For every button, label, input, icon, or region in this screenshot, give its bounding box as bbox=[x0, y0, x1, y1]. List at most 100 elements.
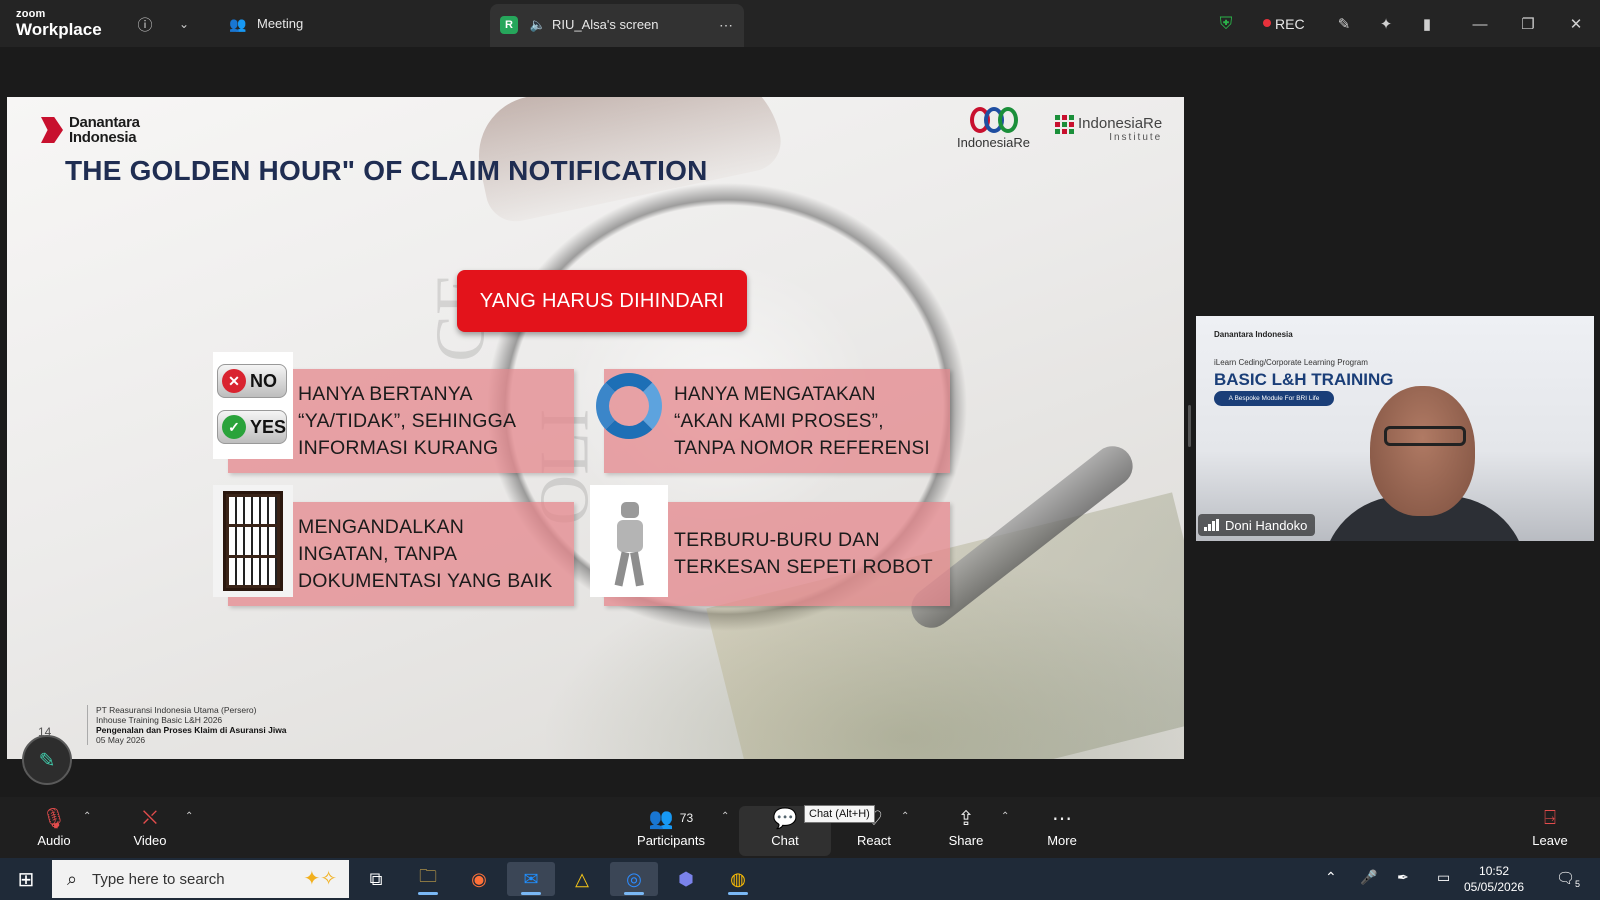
share-panel-icon[interactable]: ▮ bbox=[1413, 10, 1441, 38]
participant-nametag: Doni Handoko bbox=[1198, 514, 1316, 536]
sparkle-icon[interactable]: ✦ bbox=[1372, 10, 1400, 38]
avoid-card-1-text: HANYA BERTANYA “YA/TIDAK”, SEHINGGA INFO… bbox=[298, 383, 517, 459]
task-view-icon[interactable]: ⧉ bbox=[352, 862, 400, 896]
leave-button[interactable]: ⍈ Leave bbox=[1510, 805, 1590, 855]
institute-dots-icon bbox=[1055, 115, 1074, 135]
shared-screen-tab[interactable]: R 🔈 RIU_Alsa's screen ⋯ bbox=[490, 4, 744, 47]
avoid-card-2-text: HANYA MENGATAKAN “AKAN KAMI PROSES”, TAN… bbox=[674, 384, 930, 459]
no-button-image: ✕ NO bbox=[217, 364, 287, 398]
footer-program: Inhouse Training Basic L&H 2026 bbox=[96, 715, 223, 725]
indonesiare-logo: IndonesiaRe bbox=[957, 107, 1030, 150]
yes-label: YES bbox=[249, 416, 286, 437]
notification-center-icon[interactable]: 🗨5 bbox=[1556, 869, 1580, 889]
tray-keyboard-icon[interactable]: ▭ bbox=[1437, 869, 1450, 886]
participant-name: Doni Handoko bbox=[1225, 517, 1308, 533]
avoid-card-4-text: TERBURU-BURU DAN TERKESAN SEPETI ROBOT bbox=[674, 529, 933, 578]
audio-button[interactable]: 🎙 Audio bbox=[14, 805, 94, 855]
signal-bars-icon bbox=[1204, 519, 1219, 531]
shared-screen-label: RIU_Alsa's screen bbox=[552, 17, 659, 32]
clock-time: 10:52 bbox=[1479, 864, 1510, 878]
vbg-logo: Danantara Indonesia bbox=[1214, 330, 1293, 339]
close-icon[interactable]: ✕ bbox=[1562, 10, 1590, 38]
video-label: Video bbox=[133, 833, 167, 848]
yes-button-image: ✓ YES bbox=[217, 410, 287, 444]
taskbar-search[interactable]: ⌕ Type here to search ✦✧ bbox=[52, 860, 349, 898]
file-explorer-icon[interactable]: 🗀 bbox=[404, 862, 452, 896]
chat-tooltip: Chat (Alt+H) bbox=[804, 805, 875, 823]
annotate-pen-button[interactable]: ✎ bbox=[22, 735, 72, 785]
windows-start-icon[interactable]: ⊞ bbox=[2, 862, 50, 896]
react-caret-icon[interactable]: ⌃ bbox=[901, 811, 909, 822]
windows-taskbar: ⊞ ⌕ Type here to search ✦✧ ⧉ 🗀 ◉ ✉ △ ◎ ⬢… bbox=[0, 858, 1600, 900]
tray-mic-icon[interactable]: 🎤 bbox=[1360, 869, 1377, 886]
check-circle-icon: ✓ bbox=[222, 415, 246, 439]
leave-door-icon: ⍈ bbox=[1544, 806, 1556, 829]
shield-check-icon[interactable]: ⛨ bbox=[1212, 10, 1240, 38]
meeting-people-icon: 👥 bbox=[229, 15, 247, 32]
indonesiare-rings-icon bbox=[957, 107, 1030, 133]
video-options-caret-icon[interactable]: ⌃ bbox=[185, 811, 193, 822]
danantara-logo: Danantara Indonesia bbox=[41, 115, 140, 145]
slide-title: THE GOLDEN HOUR" OF CLAIM NOTIFICATION bbox=[65, 155, 708, 186]
avoid-banner: YANG HARUS DIHINDARI bbox=[457, 270, 747, 332]
taskbar-clock[interactable]: 10:52 05/05/2026 bbox=[1464, 863, 1524, 895]
muted-mic-icon: 🎙 bbox=[41, 807, 67, 830]
institute-logo-text: IndonesiaRe bbox=[1078, 115, 1163, 132]
notification-count: 5 bbox=[1575, 879, 1581, 889]
firefox-icon[interactable]: ◉ bbox=[455, 862, 503, 896]
chrome-icon[interactable]: ◍ bbox=[714, 862, 762, 896]
more-options-icon[interactable]: ⋯ bbox=[712, 11, 740, 39]
participants-label: Participants bbox=[637, 833, 705, 848]
share-caret-icon[interactable]: ⌃ bbox=[1001, 811, 1009, 822]
zoom-logo: zoom Workplace bbox=[16, 9, 102, 39]
robot-image bbox=[590, 485, 668, 597]
minimize-icon[interactable]: — bbox=[1466, 10, 1494, 38]
danantara-mark-icon bbox=[41, 117, 63, 143]
participants-icon: 👥 73 bbox=[648, 807, 694, 830]
indonesiare-logo-text: IndonesiaRe bbox=[957, 135, 1030, 150]
outlook-icon[interactable]: ✉ bbox=[507, 862, 555, 896]
pen-icon[interactable]: ✎ bbox=[1330, 10, 1358, 38]
vbg-subtitle: iLearn Ceding/Corporate Learning Program bbox=[1214, 358, 1368, 367]
more-button[interactable]: ⋯ More bbox=[1022, 805, 1102, 855]
chevron-down-icon[interactable]: ⌄ bbox=[170, 10, 198, 38]
rec-dot bbox=[1263, 19, 1271, 27]
participants-caret-icon[interactable]: ⌃ bbox=[721, 811, 729, 822]
speaker-icon[interactable]: 🔈 bbox=[524, 11, 552, 39]
footer-company: PT Reasuransi Indonesia Utama (Persero) bbox=[96, 705, 257, 715]
zoom-taskbar-icon[interactable]: ◎ bbox=[610, 862, 658, 896]
share-screen-icon: ⇪ bbox=[957, 807, 975, 830]
search-highlight-icon: ✦✧ bbox=[303, 868, 337, 890]
restore-icon[interactable]: ❐ bbox=[1514, 10, 1542, 38]
panel-splitter[interactable] bbox=[1188, 405, 1191, 447]
info-icon[interactable]: ⓘ bbox=[131, 10, 159, 38]
audio-options-caret-icon[interactable]: ⌃ bbox=[83, 811, 91, 822]
bookshelf-image bbox=[213, 485, 293, 597]
video-button[interactable]: ⛌ Video bbox=[110, 805, 190, 855]
more-label: More bbox=[1047, 833, 1077, 848]
rec-label[interactable]: REC bbox=[1275, 16, 1305, 32]
cycle-ring bbox=[596, 372, 662, 439]
chat-label: Chat bbox=[771, 833, 799, 848]
avoid-card-3-text: MENGANDALKAN INGATAN, TANPA DOKUMENTASI … bbox=[298, 516, 553, 592]
react-label: React bbox=[857, 833, 891, 848]
share-label: Share bbox=[948, 833, 984, 848]
teams-icon[interactable]: ⬢ bbox=[662, 862, 710, 896]
participants-count: 73 bbox=[679, 811, 694, 825]
no-label: NO bbox=[250, 370, 277, 391]
indonesiare-institute-logo: IndonesiaRe Institute bbox=[1055, 115, 1162, 143]
tray-pen-icon[interactable]: ✒ bbox=[1397, 869, 1409, 886]
participants-button[interactable]: 👥 73 Participants bbox=[630, 805, 712, 855]
google-drive-icon[interactable]: △ bbox=[558, 862, 606, 896]
brand-bottom: Workplace bbox=[16, 20, 102, 39]
shared-slide: CE OLI Danantara Indonesia IndonesiaRe I… bbox=[7, 97, 1184, 759]
bookshelf-body bbox=[223, 491, 283, 591]
danantara-logo-text: Danantara Indonesia bbox=[69, 114, 140, 146]
participant-video[interactable]: Danantara Indonesia iLearn Ceding/Corpor… bbox=[1196, 316, 1594, 541]
video-off-icon: ⛌ bbox=[142, 806, 158, 829]
x-circle-icon: ✕ bbox=[222, 369, 246, 393]
tray-chevron-icon[interactable]: ⌃ bbox=[1325, 869, 1337, 886]
meeting-label[interactable]: Meeting bbox=[257, 16, 303, 31]
zoom-window: zoom Workplace ⓘ ⌄ 👥 Meeting R 🔈 RIU_Als… bbox=[0, 0, 1600, 900]
share-button[interactable]: ⇪ Share bbox=[926, 805, 1006, 855]
